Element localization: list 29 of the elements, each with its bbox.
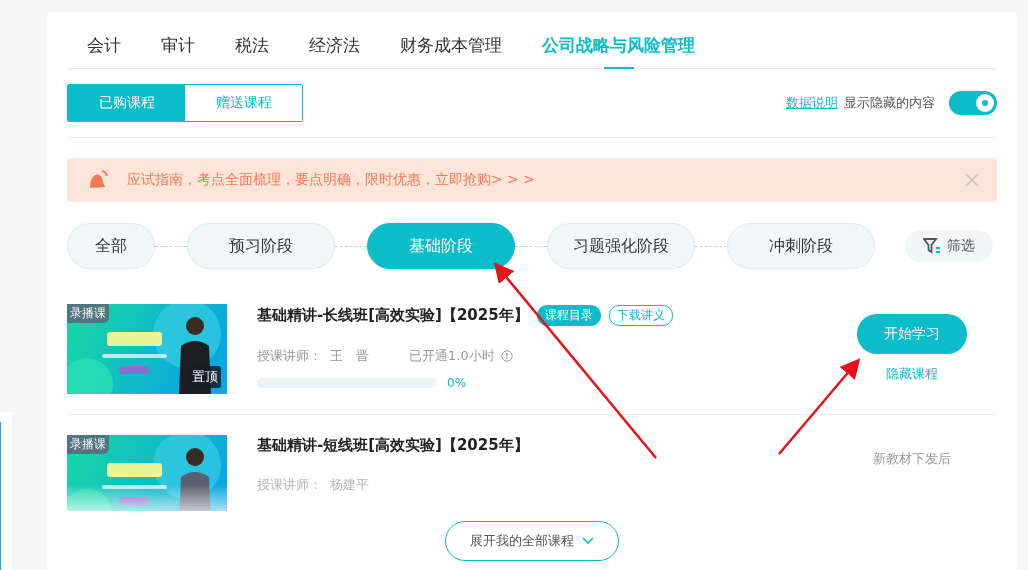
filter-icon xyxy=(923,238,941,254)
recorded-badge: 录播课 xyxy=(67,435,109,454)
stage-tab[interactable]: 全部 xyxy=(67,223,155,269)
teacher-label: 授课讲师： xyxy=(257,476,322,494)
expand-button[interactable]: 展开我的全部课程 xyxy=(445,521,619,561)
teacher-name: 杨建平 xyxy=(330,476,369,494)
info-icon[interactable] xyxy=(500,350,513,362)
recorded-badge: 录播课 xyxy=(67,304,109,323)
subject-tab[interactable]: 税法 xyxy=(215,34,289,68)
stage-tab[interactable]: 预习阶段 xyxy=(187,223,335,269)
progress-text: 0% xyxy=(447,376,467,390)
close-icon[interactable] xyxy=(965,173,979,187)
teacher-label: 授课讲师： xyxy=(257,347,322,365)
availability-note: 新教材下发后 xyxy=(873,450,951,468)
teacher-name: 王 晋 xyxy=(330,347,369,365)
subject-tab[interactable]: 会计 xyxy=(67,34,141,68)
stage-tab[interactable]: 冲刺阶段 xyxy=(727,223,875,269)
filter-button[interactable]: 筛选 xyxy=(905,230,993,262)
toggle-switch[interactable] xyxy=(949,91,997,115)
stage-tab[interactable]: 习题强化阶段 xyxy=(547,223,695,269)
subject-tab[interactable]: 经济法 xyxy=(289,34,380,68)
hours-text: 已开通1.0小时 xyxy=(409,347,495,365)
course-title[interactable]: 基础精讲-短线班[高效实验]【2025年】 xyxy=(257,436,529,455)
subject-tab[interactable]: 审计 xyxy=(141,34,215,68)
pinned-badge: 置顶 xyxy=(189,366,221,388)
course-title[interactable]: 基础精讲-长线班[高效实验]【2025年】 xyxy=(257,306,529,325)
chevron-down-icon xyxy=(582,537,594,545)
show-hidden-label: 显示隐藏的内容 xyxy=(844,94,935,112)
subject-tab[interactable]: 财务成本管理 xyxy=(380,34,522,68)
